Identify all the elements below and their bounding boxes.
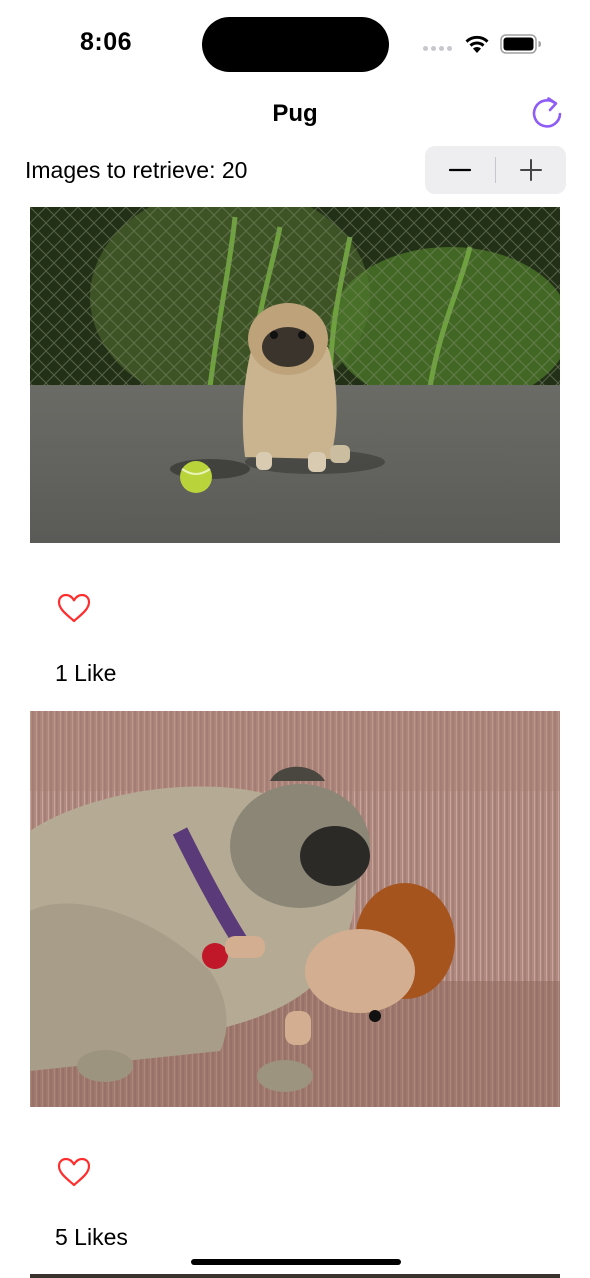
- refresh-button[interactable]: [528, 94, 568, 134]
- cellular-signal-icon: [423, 46, 452, 51]
- status-bar: 8:06: [0, 0, 590, 88]
- post-image[interactable]: [30, 711, 560, 1107]
- likes-count: 5 Likes: [55, 1224, 128, 1250]
- heart-outline-icon: [57, 593, 91, 623]
- status-time: 8:06: [80, 28, 133, 56]
- increment-button[interactable]: [496, 146, 566, 194]
- like-button[interactable]: [56, 592, 92, 624]
- dynamic-island: [202, 17, 389, 72]
- refresh-icon: [532, 97, 562, 128]
- home-indicator[interactable]: [191, 1259, 401, 1265]
- minus-icon: [448, 168, 472, 172]
- like-button[interactable]: [56, 1156, 92, 1188]
- battery-icon: [500, 34, 541, 54]
- post-image[interactable]: [30, 1274, 560, 1278]
- images-to-retrieve-label: Images to retrieve: 20: [25, 157, 248, 183]
- page-title: Pug: [272, 100, 318, 127]
- image-count-stepper[interactable]: [425, 146, 566, 194]
- likes-count: 1 Like: [55, 660, 117, 686]
- heart-outline-icon: [57, 1157, 91, 1187]
- post-image[interactable]: [30, 207, 560, 543]
- decrement-button[interactable]: [425, 146, 495, 194]
- plus-icon: [520, 159, 542, 181]
- wifi-icon: [465, 35, 489, 53]
